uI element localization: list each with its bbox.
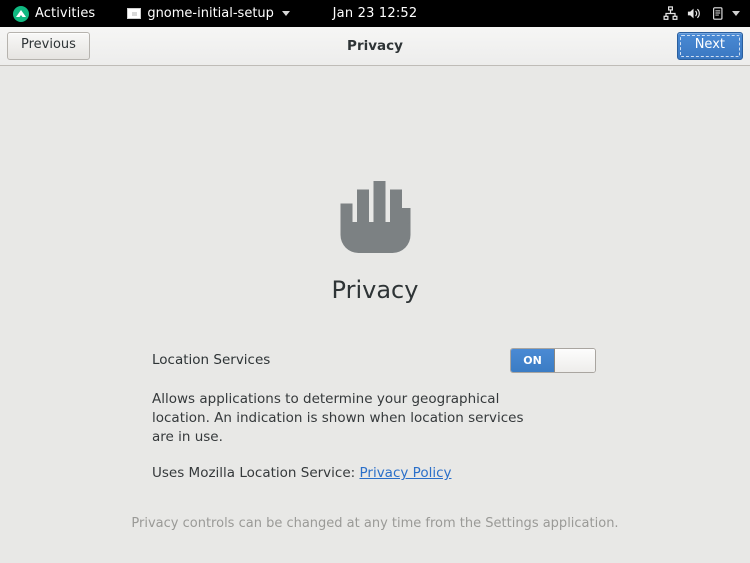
next-button[interactable]: Next [676,32,743,60]
location-services-label: Location Services [152,352,271,368]
app-menu-label: gnome-initial-setup [147,6,274,21]
next-button-label: Next [694,37,725,53]
activities-button[interactable]: Activities [6,0,102,27]
rocky-logo-icon [13,5,29,22]
mozilla-location-service-line: Uses Mozilla Location Service: Privacy P… [152,465,596,481]
previous-button[interactable]: Previous [7,32,90,60]
chevron-down-icon [732,11,740,16]
page-header-title: Privacy [347,38,403,54]
system-status-area[interactable] [658,0,746,27]
network-wired-icon [658,0,682,27]
privacy-policy-link[interactable]: Privacy Policy [359,465,451,481]
system-top-bar: Activities gnome-initial-setup Jan 23 12… [0,0,750,27]
footer-note: Privacy controls can be changed at any t… [131,516,619,531]
top-bar-left-group: Activities gnome-initial-setup [0,0,297,27]
window-icon [127,8,142,19]
location-services-toggle[interactable]: ON [510,347,596,373]
page-title: Privacy [331,276,419,304]
chevron-down-icon [281,11,290,16]
location-services-panel: Location Services ON Allows applications… [152,347,596,481]
volume-speaker-icon [682,0,706,27]
window-header-bar: Previous Privacy Next [0,27,750,66]
raised-hand-icon [335,177,415,260]
location-services-row: Location Services ON [152,347,596,373]
clock-button[interactable]: Jan 23 12:52 [325,2,426,25]
activities-label: Activities [35,6,96,21]
battery-icon [706,0,730,27]
app-menu-button[interactable]: gnome-initial-setup [120,0,297,27]
toggle-knob [555,348,595,372]
toggle-state-label: ON [511,348,555,372]
service-prefix-label: Uses Mozilla Location Service: [152,465,356,481]
location-services-description: Allows applications to determine your ge… [152,391,524,445]
privacy-page-content: Privacy Location Services ON Allows appl… [0,67,750,563]
